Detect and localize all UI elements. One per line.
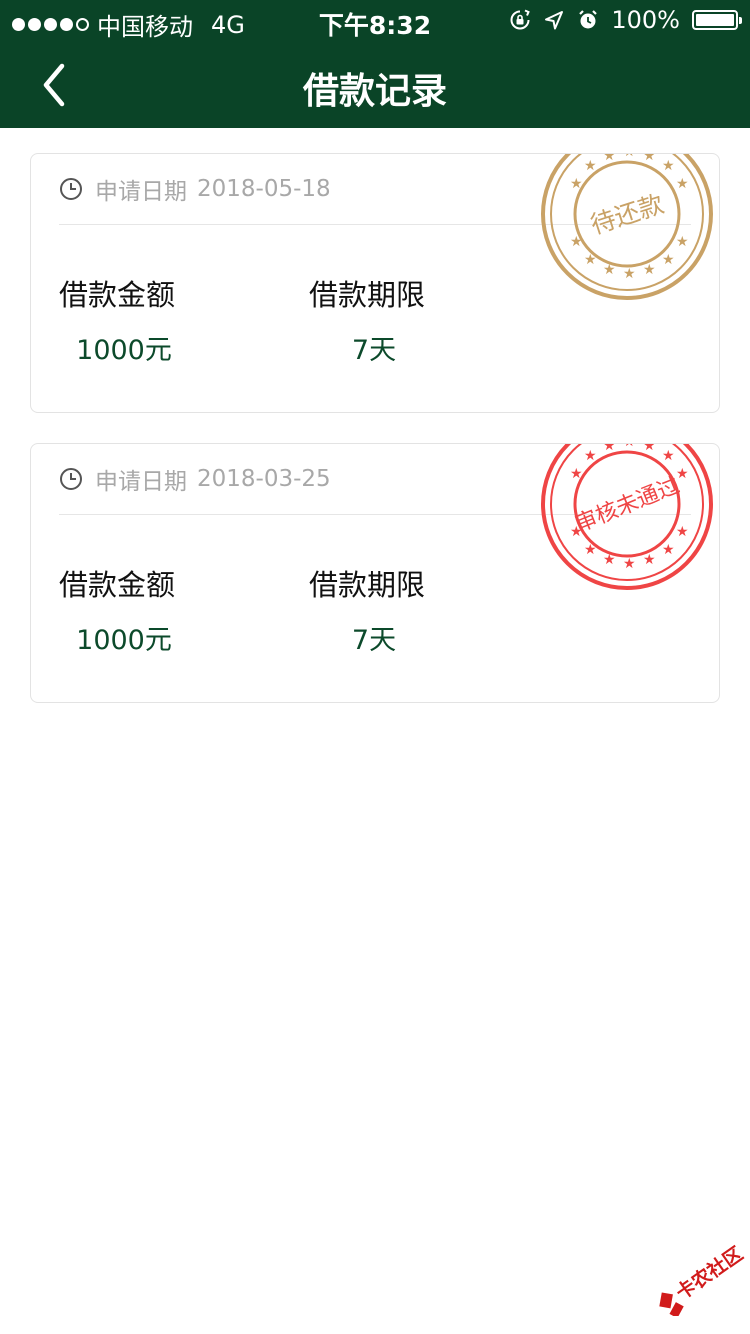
clock-icon [60,468,82,490]
location-arrow-icon [545,11,564,30]
clock-icon [60,178,82,200]
svg-text:★: ★ [643,153,656,164]
loan-record-card[interactable]: 申请日期 2018-05-18 借款金额 借款期限 1000元 7天 ★ ★ ★ ★… [30,153,720,413]
stamp-text: 审核未通过 [572,473,683,537]
svg-text:★: ★ [662,252,675,268]
watermark-logo: 卡农社区 [659,1242,747,1316]
loan-amount-label: 借款金额 [59,278,176,312]
apply-date-row: 申请日期 2018-05-18 [59,174,331,205]
stamp-text: 待还款 [587,189,667,240]
svg-text:★: ★ [643,443,656,454]
svg-text:★: ★ [623,556,636,572]
battery-icon [692,10,742,30]
battery-percent: 100% [611,6,680,34]
svg-text:★: ★ [623,153,636,160]
svg-text:★: ★ [584,448,597,464]
apply-date-value: 2018-05-18 [197,176,331,202]
svg-text:★: ★ [676,466,689,482]
svg-text:★: ★ [643,552,656,568]
svg-text:★: ★ [662,158,675,174]
battery-fill [696,14,734,26]
apply-date-label: 申请日期 [95,179,187,205]
svg-text:★: ★ [603,153,616,164]
loan-term-value: 7天 [351,335,397,366]
loan-term-label: 借款期限 [309,568,426,602]
alarm-icon [579,10,598,29]
svg-text:★: ★ [623,266,636,282]
status-right: 100% [509,6,742,34]
svg-text:★: ★ [643,262,656,278]
svg-text:★: ★ [603,552,616,568]
apply-date-row: 申请日期 2018-03-25 [59,464,331,495]
loan-term-value: 7天 [351,625,397,656]
rotation-lock-icon [510,9,531,30]
svg-text:★: ★ [676,234,689,250]
app-header: 中国移动 4G 下午8:32 100% 借款记录 [0,0,750,128]
svg-text:★: ★ [584,252,597,268]
svg-text:★: ★ [623,443,636,450]
svg-text:★: ★ [662,542,675,558]
status-bar: 中国移动 4G 下午8:32 100% [0,0,750,41]
svg-text:★: ★ [570,466,583,482]
svg-text:★: ★ [584,542,597,558]
svg-text:★: ★ [603,262,616,278]
loan-term-label: 借款期限 [309,278,426,312]
svg-text:★: ★ [570,234,583,250]
loan-record-card[interactable]: 申请日期 2018-03-25 借款金额 借款期限 1000元 7天 ★ ★ ★ ★… [30,443,720,703]
review-rejected-stamp: ★★★ ★ ★★ ★★★ ★★★ ★★ 审核未通过 [541,443,713,590]
nav-bar: 借款记录 [0,40,750,128]
svg-text:★: ★ [662,448,675,464]
svg-text:★: ★ [603,443,616,454]
loan-amount-value: 1000元 [76,625,172,656]
loan-amount-value: 1000元 [76,335,172,366]
svg-text:★: ★ [584,158,597,174]
svg-text:★: ★ [570,176,583,192]
watermark-text: 卡农社区 [672,1242,747,1304]
svg-text:★: ★ [676,176,689,192]
apply-date-label: 申请日期 [95,469,187,495]
loan-amount-label: 借款金额 [59,568,176,602]
apply-date-value: 2018-03-25 [197,466,331,492]
pending-repayment-stamp: ★★★ ★ ★★ ★★★ ★★★ ★★ 待还款 [541,153,713,300]
svg-text:★: ★ [676,524,689,540]
page-title: 借款记录 [302,71,447,112]
